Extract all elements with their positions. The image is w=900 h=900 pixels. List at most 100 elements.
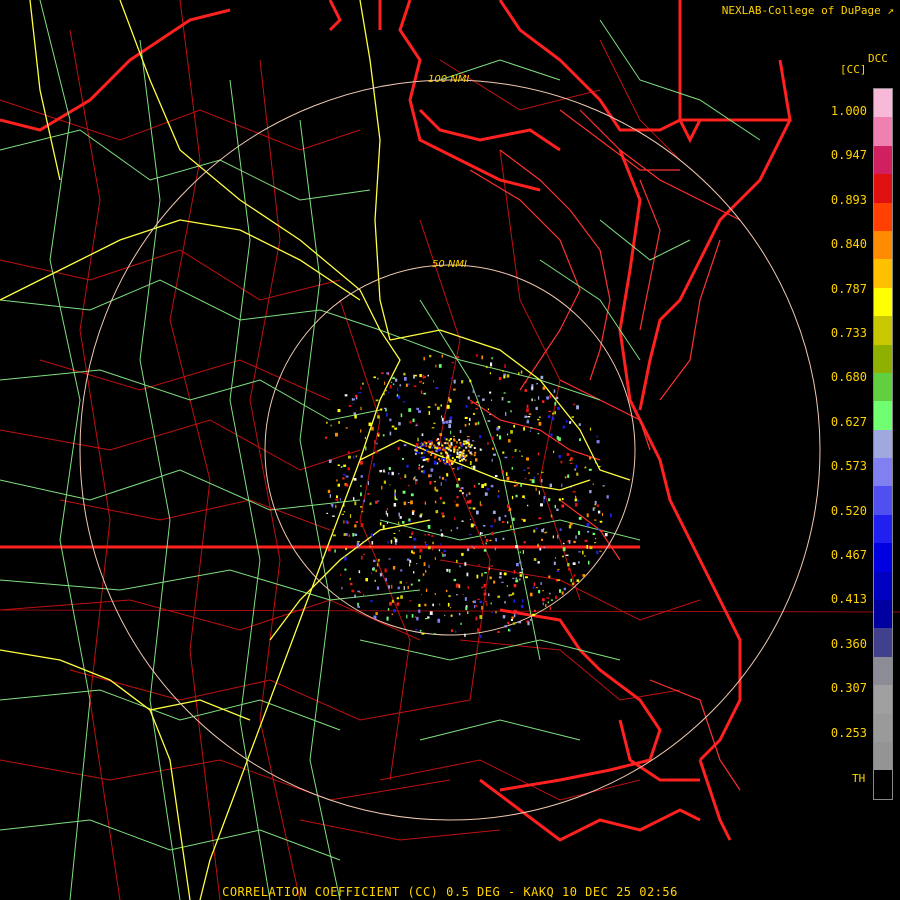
radar-echo: [336, 479, 338, 482]
radar-echo: [402, 521, 405, 524]
radar-echo: [467, 449, 470, 452]
radar-echo: [427, 524, 431, 529]
radar-echo: [576, 472, 579, 476]
radar-echo: [385, 510, 387, 515]
radar-echo: [345, 533, 348, 536]
radar-echo: [565, 554, 569, 556]
radar-echo: [451, 362, 454, 364]
radar-echo: [515, 494, 518, 498]
radar-echo: [414, 629, 418, 631]
radar-echo: [403, 372, 406, 376]
radar-echo: [481, 484, 484, 488]
radar-echo: [434, 592, 436, 595]
radar-echo: [449, 569, 451, 573]
radar-echo: [574, 502, 578, 507]
radar-echo: [506, 585, 509, 587]
radar-echo: [421, 433, 424, 437]
radar-echo: [449, 445, 452, 448]
cursor-arrow-icon[interactable]: ↗: [887, 4, 894, 17]
radar-echo: [440, 533, 444, 537]
radar-echo: [393, 532, 396, 534]
radar-echo: [485, 542, 487, 545]
radar-echo: [528, 413, 532, 415]
radar-echo: [427, 440, 431, 443]
radar-echo: [419, 555, 421, 559]
radar-echo: [495, 611, 497, 614]
radar-echo: [464, 416, 468, 419]
radar-echo: [554, 504, 556, 509]
radar-echo: [433, 633, 436, 635]
radar-echo: [475, 616, 478, 621]
radar-echo: [421, 470, 424, 473]
radar-echo: [464, 562, 467, 566]
radar-echo: [416, 407, 419, 410]
radar-echo: [535, 527, 538, 530]
radar-echo: [469, 417, 471, 422]
radar-echo: [390, 539, 393, 544]
radar-echo: [345, 427, 348, 429]
radar-echo: [445, 446, 448, 449]
radar-echo: [483, 549, 487, 552]
radar-echo: [586, 523, 590, 527]
radar-echo: [394, 492, 396, 497]
radar-echo: [506, 374, 510, 378]
radar-echo: [330, 503, 333, 506]
radar-echo: [386, 412, 388, 417]
radar-echo: [491, 357, 493, 360]
radar-echo: [495, 538, 497, 542]
radar-echo: [375, 612, 378, 615]
radar-echo: [439, 496, 442, 500]
radar-echo: [405, 582, 408, 584]
radar-echo: [466, 500, 470, 504]
radar-echo: [352, 533, 355, 537]
radar-echo: [526, 408, 529, 413]
radar-echo: [475, 408, 478, 410]
radar-echo: [432, 546, 434, 551]
radar-echo: [489, 372, 491, 375]
radar-echo: [427, 546, 431, 550]
radar-echo: [455, 503, 459, 507]
radar-echo: [516, 563, 519, 567]
radar-echo: [508, 594, 510, 597]
radar-echo: [341, 586, 343, 590]
radar-echo: [574, 468, 577, 471]
color-scale-tick-label: 0.787: [830, 281, 867, 296]
radar-echo: [345, 547, 347, 551]
radar-echo: [466, 572, 469, 577]
radar-echo: [554, 410, 556, 415]
radar-echo: [442, 461, 445, 463]
radar-echo: [485, 601, 488, 603]
radar-echo: [441, 477, 445, 480]
radar-echo: [379, 469, 383, 473]
radar-echo: [352, 455, 355, 459]
radar-echo: [475, 401, 478, 403]
radar-echo: [481, 605, 483, 610]
radar-echo: [459, 565, 461, 568]
radar-echo: [555, 595, 558, 600]
radar-echo: [441, 354, 443, 358]
radar-echo: [415, 451, 418, 454]
radar-echo: [434, 455, 437, 458]
radar-echo: [386, 522, 388, 524]
radar-echo: [451, 462, 454, 465]
radar-echo: [452, 435, 456, 437]
radar-echo: [535, 487, 537, 491]
radar-echo: [430, 468, 434, 472]
radar-echo: [428, 564, 430, 568]
radar-echo: [450, 377, 453, 379]
radar-echo: [423, 451, 426, 454]
radar-echo: [343, 511, 345, 513]
radar-map[interactable]: 100 NMI 50 NMI: [0, 0, 900, 900]
radar-echo: [329, 494, 331, 498]
radar-echo: [396, 597, 400, 600]
radar-echo: [443, 457, 446, 460]
color-scale-swatch: [874, 458, 892, 487]
color-scale-swatch: [874, 486, 892, 515]
radar-echo: [440, 529, 442, 532]
radar-echo: [592, 483, 594, 485]
radar-echo: [484, 536, 486, 538]
radar-echo: [473, 524, 475, 526]
radar-echo: [398, 512, 400, 517]
radar-echo: [383, 407, 387, 409]
radar-echo: [513, 570, 516, 574]
